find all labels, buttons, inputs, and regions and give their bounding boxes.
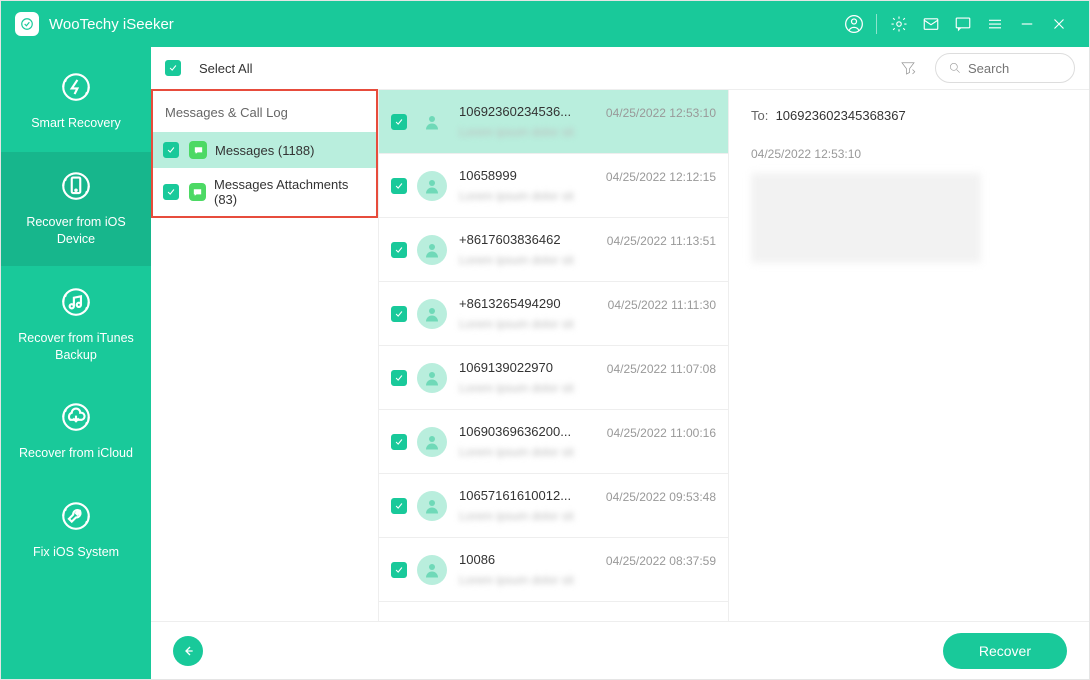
sidebar-item-recover-ios[interactable]: Recover from iOS Device [1, 152, 151, 266]
messages-icon [189, 183, 206, 201]
search-box[interactable] [935, 53, 1075, 83]
message-preview: Lorem ipsum dolor sit [459, 381, 599, 395]
message-item[interactable]: 10690369636200... Lorem ipsum dolor sit … [379, 410, 728, 474]
app-logo [15, 12, 39, 36]
message-time: 04/25/2022 11:07:08 [607, 362, 716, 376]
message-number: 10658999 [459, 168, 598, 183]
sidebar-item-label: Recover from iOS Device [7, 214, 145, 248]
message-preview: Lorem ipsum dolor sit [459, 125, 598, 139]
message-preview: Lorem ipsum dolor sit [459, 509, 598, 523]
message-preview: Lorem ipsum dolor sit [459, 253, 599, 267]
category-column: Messages & Call Log Messages (1188) Mess… [151, 90, 379, 621]
app-window: WooTechy iSeeker Smart Recovery Recover … [0, 0, 1090, 680]
message-item[interactable]: +8617603836462 Lorem ipsum dolor sit 04/… [379, 218, 728, 282]
category-checkbox[interactable] [163, 142, 179, 158]
avatar-icon [417, 107, 447, 137]
message-number: 10657161610012... [459, 488, 598, 503]
message-time: 04/25/2022 11:11:30 [608, 298, 716, 312]
sidebar-item-smart-recovery[interactable]: Smart Recovery [1, 53, 151, 150]
message-checkbox[interactable] [391, 370, 407, 386]
detail-to: To: 106923602345368367 [751, 108, 1067, 123]
avatar-icon [417, 363, 447, 393]
select-all-checkbox[interactable] [165, 60, 181, 76]
message-time: 04/25/2022 12:53:10 [606, 106, 716, 120]
sidebar-item-recover-icloud[interactable]: Recover from iCloud [1, 383, 151, 480]
message-list[interactable]: 10692360234536... Lorem ipsum dolor sit … [379, 90, 729, 621]
message-checkbox[interactable] [391, 242, 407, 258]
feedback-icon[interactable] [947, 8, 979, 40]
message-item[interactable]: 10086 Lorem ipsum dolor sit 04/25/2022 0… [379, 538, 728, 602]
settings-icon[interactable] [883, 8, 915, 40]
recover-button[interactable]: Recover [943, 633, 1067, 669]
message-number: 10690369636200... [459, 424, 599, 439]
message-number: 1069139022970 [459, 360, 599, 375]
back-button[interactable] [173, 636, 203, 666]
category-checkbox[interactable] [163, 184, 179, 200]
avatar-icon [417, 555, 447, 585]
message-time: 04/25/2022 09:53:48 [606, 490, 716, 504]
message-number: 10086 [459, 552, 598, 567]
menu-icon[interactable] [979, 8, 1011, 40]
avatar-icon [417, 299, 447, 329]
to-value: 106923602345368367 [776, 108, 906, 123]
message-time: 04/25/2022 11:13:51 [607, 234, 716, 248]
sidebar: Smart Recovery Recover from iOS Device R… [1, 47, 151, 679]
message-item[interactable]: +8613265494290 Lorem ipsum dolor sit 04/… [379, 282, 728, 346]
message-item[interactable]: 10657161610012... Lorem ipsum dolor sit … [379, 474, 728, 538]
search-input[interactable] [968, 61, 1058, 76]
sidebar-item-label: Fix iOS System [7, 544, 145, 561]
message-preview: Lorem ipsum dolor sit [459, 317, 600, 331]
detail-panel: To: 106923602345368367 04/25/2022 12:53:… [729, 90, 1089, 621]
message-checkbox[interactable] [391, 114, 407, 130]
to-label: To: [751, 108, 768, 123]
category-messages-attachments[interactable]: Messages Attachments (83) [153, 168, 376, 216]
message-checkbox[interactable] [391, 434, 407, 450]
highlight-box: Messages & Call Log Messages (1188) Mess… [151, 89, 378, 218]
sidebar-item-fix-ios[interactable]: Fix iOS System [1, 482, 151, 579]
app-title: WooTechy iSeeker [49, 16, 174, 33]
message-preview: Lorem ipsum dolor sit [459, 445, 599, 459]
avatar-icon [417, 491, 447, 521]
filter-button[interactable] [895, 55, 921, 81]
message-item[interactable]: 1069139022970 Lorem ipsum dolor sit 04/2… [379, 346, 728, 410]
sidebar-item-label: Smart Recovery [7, 115, 145, 132]
message-time: 04/25/2022 12:12:15 [606, 170, 716, 184]
message-number: +8617603836462 [459, 232, 599, 247]
message-time: 04/25/2022 11:00:16 [607, 426, 716, 440]
avatar-icon [417, 235, 447, 265]
titlebar: WooTechy iSeeker [1, 1, 1089, 47]
category-label: Messages Attachments (83) [214, 177, 366, 207]
sidebar-item-label: Recover from iTunes Backup [7, 330, 145, 364]
account-icon[interactable] [838, 8, 870, 40]
main-panel: Select All Messages & Call Log Message [151, 47, 1089, 679]
message-checkbox[interactable] [391, 498, 407, 514]
toolbar: Select All [151, 47, 1089, 89]
message-number: +8613265494290 [459, 296, 600, 311]
category-label: Messages (1188) [215, 143, 314, 158]
detail-timestamp: 04/25/2022 12:53:10 [751, 147, 1067, 161]
sidebar-item-label: Recover from iCloud [7, 445, 145, 462]
messages-icon [189, 141, 207, 159]
message-checkbox[interactable] [391, 178, 407, 194]
message-time: 04/25/2022 08:37:59 [606, 554, 716, 568]
detail-message-body [751, 173, 981, 263]
close-icon[interactable] [1043, 8, 1075, 40]
message-checkbox[interactable] [391, 306, 407, 322]
message-item[interactable]: 10658999 Lorem ipsum dolor sit 04/25/202… [379, 154, 728, 218]
message-preview: Lorem ipsum dolor sit [459, 573, 598, 587]
select-all-label: Select All [199, 61, 252, 76]
message-checkbox[interactable] [391, 562, 407, 578]
minimize-icon[interactable] [1011, 8, 1043, 40]
avatar-icon [417, 427, 447, 457]
category-messages[interactable]: Messages (1188) [153, 132, 376, 168]
footer: Recover [151, 621, 1089, 679]
message-preview: Lorem ipsum dolor sit [459, 189, 598, 203]
mail-icon[interactable] [915, 8, 947, 40]
category-header: Messages & Call Log [153, 91, 376, 132]
avatar-icon [417, 171, 447, 201]
sidebar-item-recover-itunes[interactable]: Recover from iTunes Backup [1, 268, 151, 382]
message-number: 10692360234536... [459, 104, 598, 119]
message-item[interactable]: 10692360234536... Lorem ipsum dolor sit … [379, 90, 728, 154]
